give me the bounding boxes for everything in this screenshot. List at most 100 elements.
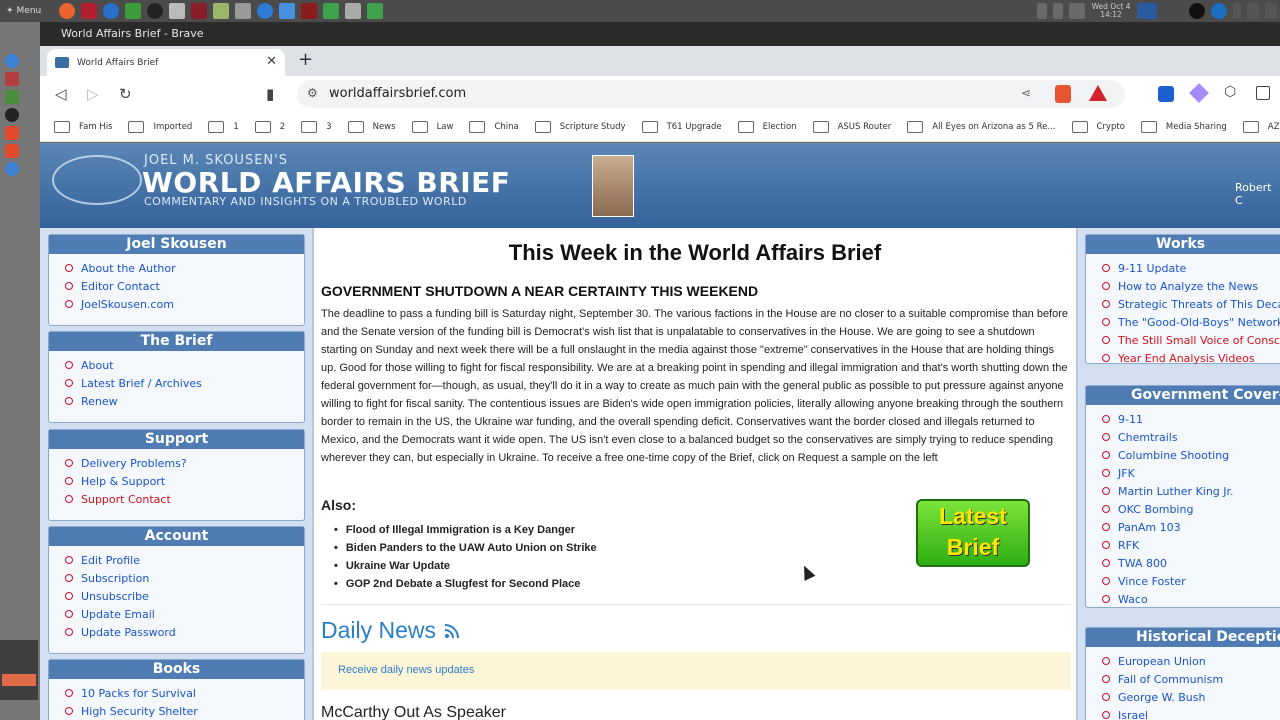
sidebar-link[interactable]: The Still Small Voice of Conscience (1102, 331, 1280, 349)
bookmark-item[interactable]: 3 (301, 120, 332, 133)
firefox-icon[interactable] (59, 3, 75, 19)
bluetooth-icon[interactable] (1037, 3, 1047, 19)
editor-icon[interactable] (213, 3, 229, 19)
latest-brief-button[interactable]: Latest Brief (916, 499, 1030, 567)
url-text[interactable]: worldaffairsbrief.com (329, 86, 466, 101)
sidebar-link[interactable]: Waco (1102, 590, 1280, 608)
bookmark-item[interactable]: Election (737, 120, 797, 133)
bookmark-item[interactable]: T61 Upgrade (641, 120, 722, 133)
sidebar-link[interactable]: Editor Contact (65, 277, 304, 295)
spreadsheet-icon[interactable] (367, 3, 383, 19)
sidebar-link[interactable]: Chemtrails (1102, 428, 1280, 446)
sidebar-link[interactable]: 9-11 (1102, 410, 1280, 428)
workspace-switcher[interactable] (0, 640, 38, 700)
extension-icon[interactable] (1189, 83, 1209, 103)
sidebar-link[interactable]: 9-11 Update (1102, 259, 1280, 277)
sidebar-link[interactable]: TWA 800 (1102, 554, 1280, 572)
sidebar-link[interactable]: OKC Bombing (1102, 500, 1280, 518)
clock[interactable]: Wed Oct 4 14:12 (1088, 3, 1134, 19)
sidebar-link[interactable]: Martin Luther King Jr. (1102, 482, 1280, 500)
also-item[interactable]: Flood of Illegal Immigration is a Key Da… (334, 521, 597, 539)
sidebar-link[interactable]: Support Contact (65, 490, 304, 508)
app-green-icon[interactable] (125, 3, 141, 19)
new-tab-icon[interactable]: + (298, 49, 313, 70)
sidebar-link[interactable]: About the Author (65, 259, 304, 277)
sidebar-link[interactable]: JFK (1102, 464, 1280, 482)
sidebar-link[interactable]: Renew (65, 392, 304, 410)
sidebar-link[interactable]: Strategic Threats of This Decade (1102, 295, 1280, 313)
address-bar[interactable]: ⚙ worldaffairsbrief.com ⋖ (297, 80, 1125, 108)
bitwarden-icon[interactable] (1158, 86, 1174, 102)
bookmark-item[interactable]: News (347, 120, 396, 133)
camera-icon[interactable] (235, 3, 251, 19)
document-icon[interactable] (279, 3, 295, 19)
bookmark-item[interactable]: ASUS Router (812, 120, 891, 133)
brave-rewards-icon[interactable] (1089, 85, 1107, 101)
bookmark-item[interactable]: Media Sharing (1140, 120, 1227, 133)
sidebar-link[interactable]: Edit Profile (65, 551, 304, 569)
sidebar-link[interactable]: Help & Support (65, 472, 304, 490)
files-icon[interactable] (169, 3, 185, 19)
thunderbird-icon[interactable] (103, 3, 119, 19)
keyboard-indicator-icon[interactable] (1137, 3, 1157, 19)
sidebar-link[interactable]: Update Password (65, 623, 304, 641)
close-tab-icon[interactable]: ✕ (266, 54, 277, 69)
sidebar-link[interactable]: Delivery Problems? (65, 454, 304, 472)
bluetooth-tray-icon[interactable] (1233, 3, 1241, 19)
sidebar-link[interactable]: Update Email (65, 605, 304, 623)
forward-icon[interactable]: ▷ (87, 85, 99, 103)
rss-icon[interactable] (444, 623, 460, 639)
sidebar-link[interactable]: Unsubscribe (65, 587, 304, 605)
sidebar-link[interactable]: About (65, 356, 304, 374)
sidebar-link[interactable]: George W. Bush (1102, 688, 1280, 706)
dock-brave-icon[interactable] (5, 144, 19, 158)
volume-icon[interactable] (1069, 3, 1085, 19)
sidebar-link[interactable]: 10 Packs for Survival (65, 684, 304, 702)
network-icon[interactable] (1247, 3, 1259, 19)
daily-news-heading[interactable]: Daily News (321, 617, 460, 644)
bookmark-item[interactable]: All Eyes on Arizona as 5 Re... (907, 120, 1056, 133)
obs-icon[interactable] (147, 3, 163, 19)
sidebar-link[interactable]: Year End Analysis Videos (1102, 349, 1280, 367)
sidebar-link[interactable]: RFK (1102, 536, 1280, 554)
bookmark-item[interactable]: Imported (128, 120, 192, 133)
daily-updates-link[interactable]: Receive daily news updates (338, 664, 474, 676)
app-red-icon[interactable] (81, 3, 97, 19)
extensions-puzzle-icon[interactable]: ⬡ (1224, 84, 1236, 100)
dock-app-icon[interactable] (5, 90, 19, 104)
bookmark-item[interactable]: 1 (208, 120, 239, 133)
bookmark-item[interactable]: China (469, 120, 519, 133)
bookmark-item[interactable]: Scripture Study (534, 120, 626, 133)
sidebar-link[interactable]: Columbine Shooting (1102, 446, 1280, 464)
bookmark-icon[interactable]: ▮ (266, 85, 274, 103)
share-icon[interactable]: ⋖ (1021, 86, 1031, 100)
pdf-icon[interactable] (301, 3, 317, 19)
sidebar-link[interactable]: PanAm 103 (1102, 518, 1280, 536)
also-item[interactable]: Biden Panders to the UAW Auto Union on S… (334, 539, 597, 557)
dock-app-icon[interactable] (5, 108, 19, 122)
sidebar-link[interactable]: Vince Foster (1102, 572, 1280, 590)
logged-in-user[interactable]: Robert C (1235, 181, 1280, 207)
calc-icon[interactable] (323, 3, 339, 19)
tab-world-affairs-brief[interactable]: World Affairs Brief ✕ (47, 49, 285, 76)
sidebar-link[interactable]: High Security Shelter (65, 702, 304, 720)
reload-icon[interactable]: ↻ (119, 85, 132, 103)
sidebar-link[interactable]: JoelSkousen.com (65, 295, 304, 313)
usb-icon[interactable] (1053, 3, 1063, 19)
dock-brave-icon[interactable] (5, 126, 19, 140)
bookmark-item[interactable]: Fam His (54, 120, 112, 133)
bookmark-item[interactable]: AZ MVD (1242, 120, 1280, 133)
bookmark-item[interactable]: Law (411, 120, 453, 133)
bookmark-item[interactable]: Crypto (1071, 120, 1125, 133)
dock-app-icon[interactable] (5, 162, 19, 176)
sidebar-toggle-icon[interactable] (1256, 86, 1270, 100)
sidebar-link[interactable]: Subscription (65, 569, 304, 587)
sidebar-link[interactable]: The "Good-Old-Boys" Network (1102, 313, 1280, 331)
news-headline[interactable]: McCarthy Out As Speaker (321, 704, 506, 720)
sidebar-link[interactable]: Fall of Communism (1102, 670, 1280, 688)
also-item[interactable]: GOP 2nd Debate a Slugfest for Second Pla… (334, 575, 597, 593)
help-icon[interactable] (257, 3, 273, 19)
dock-app-icon[interactable] (5, 72, 19, 86)
app-maroon-icon[interactable] (191, 3, 207, 19)
sidebar-link[interactable]: European Union (1102, 652, 1280, 670)
